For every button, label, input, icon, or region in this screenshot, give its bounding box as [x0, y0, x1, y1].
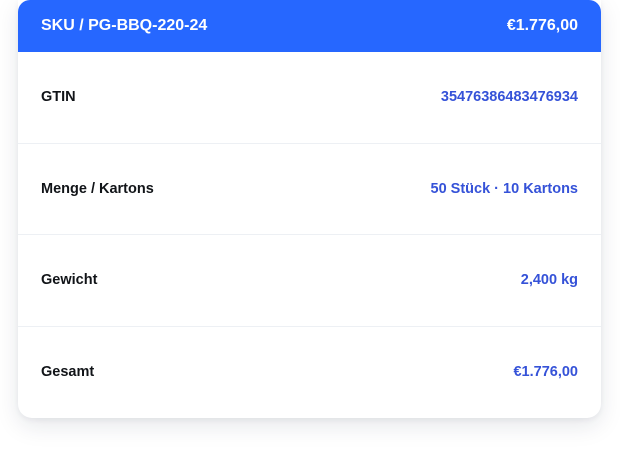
- row-value: 50 Stück · 10 Kartons: [430, 180, 578, 197]
- row-label: Gesamt: [41, 364, 95, 381]
- detail-row-total: Gesamt €1.776,00: [18, 327, 601, 419]
- row-label: Gewicht: [41, 272, 98, 289]
- detail-row-weight: Gewicht 2,400 kg: [18, 235, 601, 327]
- detail-row-gtin: GTIN 35476386483476934: [18, 52, 601, 144]
- product-detail-card: SKU / PG-BBQ-220-24 €1.776,00 GTIN 35476…: [18, 0, 601, 418]
- row-value: 35476386483476934: [440, 89, 578, 106]
- row-label: GTIN: [41, 89, 76, 106]
- sku-title: SKU / PG-BBQ-220-24: [41, 17, 208, 34]
- row-label: Menge / Kartons: [41, 180, 154, 197]
- card-header: SKU / PG-BBQ-220-24 €1.776,00: [18, 0, 601, 52]
- row-value: 2,400 kg: [520, 272, 578, 289]
- header-price: €1.776,00: [506, 17, 578, 34]
- detail-row-quantity: Menge / Kartons 50 Stück · 10 Kartons: [18, 144, 601, 235]
- row-value: €1.776,00: [513, 364, 578, 381]
